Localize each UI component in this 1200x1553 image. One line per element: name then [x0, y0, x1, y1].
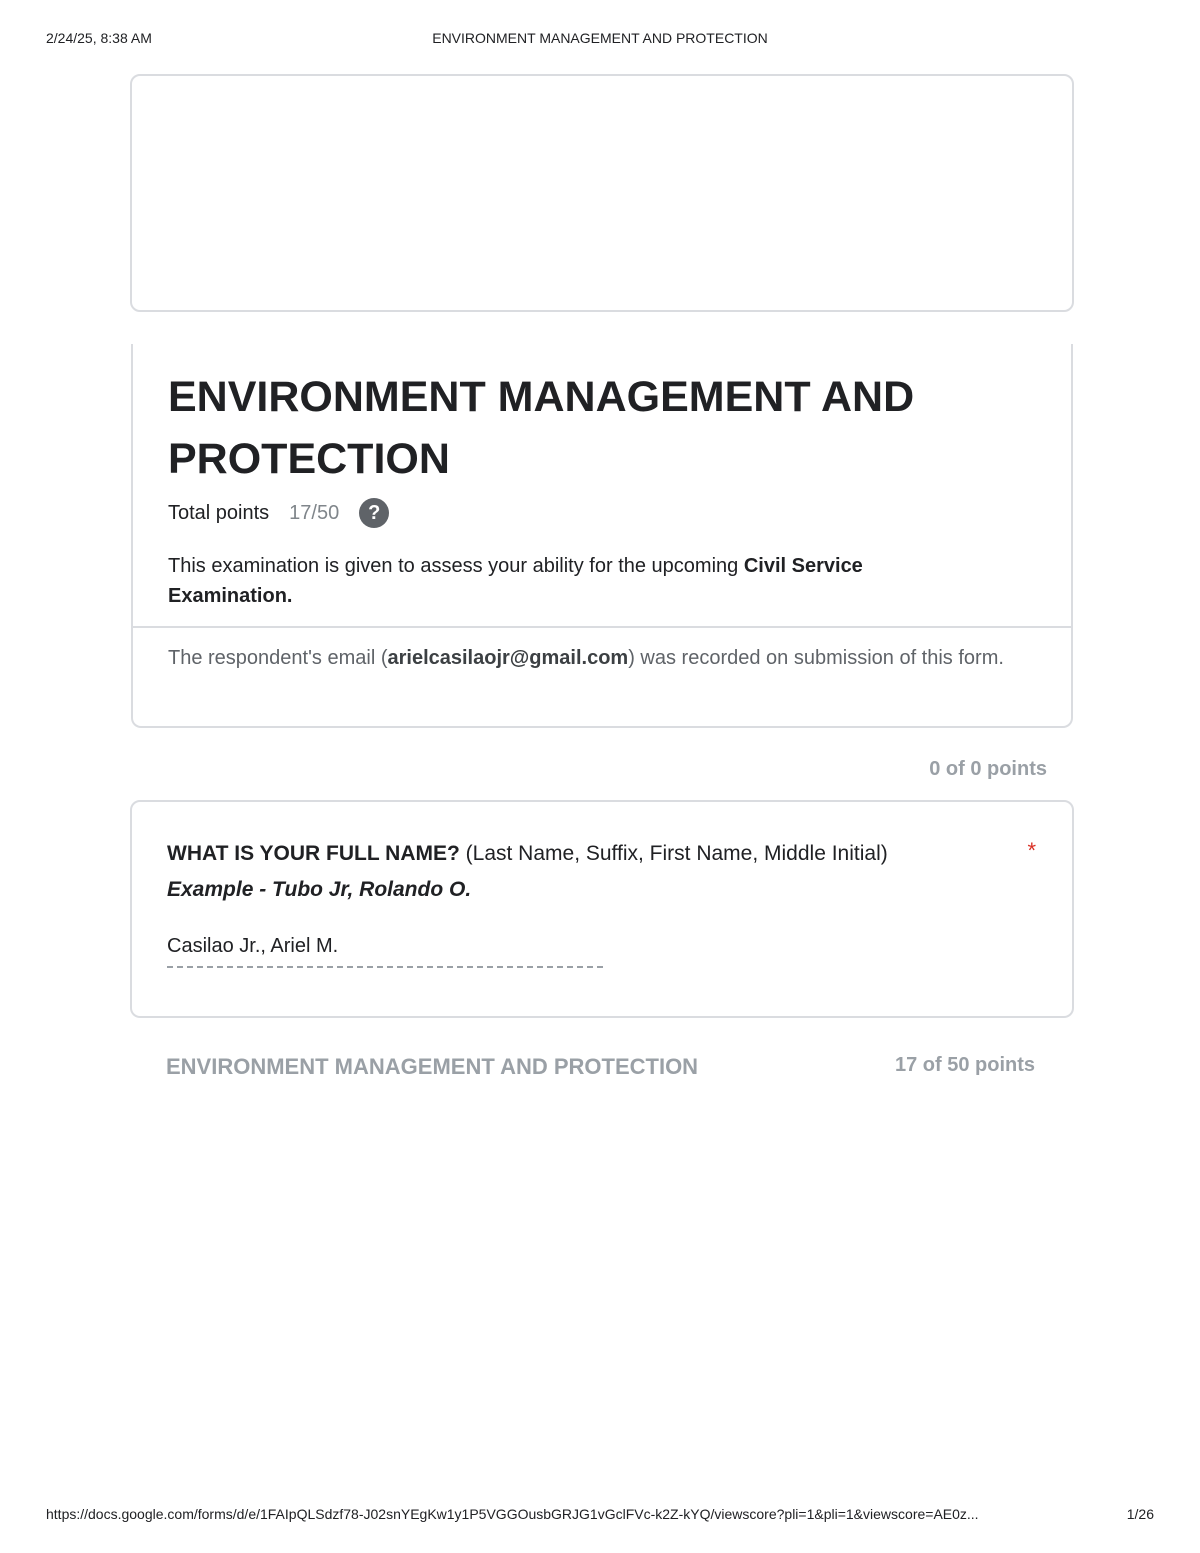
respondent-email: arielcasilaojr@gmail.com: [387, 647, 629, 669]
main-section-title: ENVIRONMENT MANAGEMENT AND PROTECTION: [166, 1054, 699, 1079]
respondent-email-note: The respondent's email (arielcasilaojr@g…: [168, 643, 1028, 673]
email-note-prefix: The respondent's email (: [168, 647, 388, 669]
help-icon[interactable]: ?: [359, 498, 390, 528]
total-points-score: 17/50: [289, 501, 340, 524]
print-page-title: ENVIRONMENT MANAGEMENT AND PROTECTION: [432, 30, 768, 46]
total-points-row: Total points 17/50 ?: [168, 496, 390, 530]
form-title: ENVIRONMENT MANAGEMENT AND PROTECTION: [168, 373, 915, 483]
form-header-card: ENVIRONMENT MANAGEMENT AND PROTECTION To…: [131, 344, 1073, 728]
form-description: This examination is given to assess your…: [168, 551, 958, 611]
question-example: Example - Tubo Jr, Rolando O.: [167, 878, 472, 901]
intro-section-points: 0 of 0 points: [929, 758, 1047, 780]
header-divider: [133, 626, 1071, 628]
required-marker: *: [1027, 838, 1036, 863]
question-label: WHAT IS YOUR FULL NAME? (Last Name, Suff…: [167, 836, 927, 908]
total-points-label: Total points: [168, 501, 270, 524]
print-footer: https://docs.google.com/forms/d/e/1FAIpQ…: [46, 1506, 1154, 1526]
print-url: https://docs.google.com/forms/d/e/1FAIpQ…: [46, 1506, 979, 1522]
email-note-suffix: ) was recorded on submission of this for…: [628, 647, 1004, 669]
question-instructions: (Last Name, Suffix, First Name, Middle I…: [459, 842, 888, 865]
main-section-points: 17 of 50 points: [894, 1054, 1035, 1076]
print-page-number: 1/26: [1126, 1506, 1154, 1522]
description-text: This examination is given to assess your…: [168, 555, 744, 577]
header-banner-card: [130, 74, 1074, 312]
question-card-full-name: WHAT IS YOUR FULL NAME? (Last Name, Suff…: [130, 800, 1074, 1018]
question-title: WHAT IS YOUR FULL NAME?: [167, 842, 460, 865]
full-name-answer: Casilao Jr., Ariel M.: [167, 930, 603, 968]
print-header: 2/24/25, 8:38 AM ENVIRONMENT MANAGEMENT …: [46, 30, 1154, 50]
